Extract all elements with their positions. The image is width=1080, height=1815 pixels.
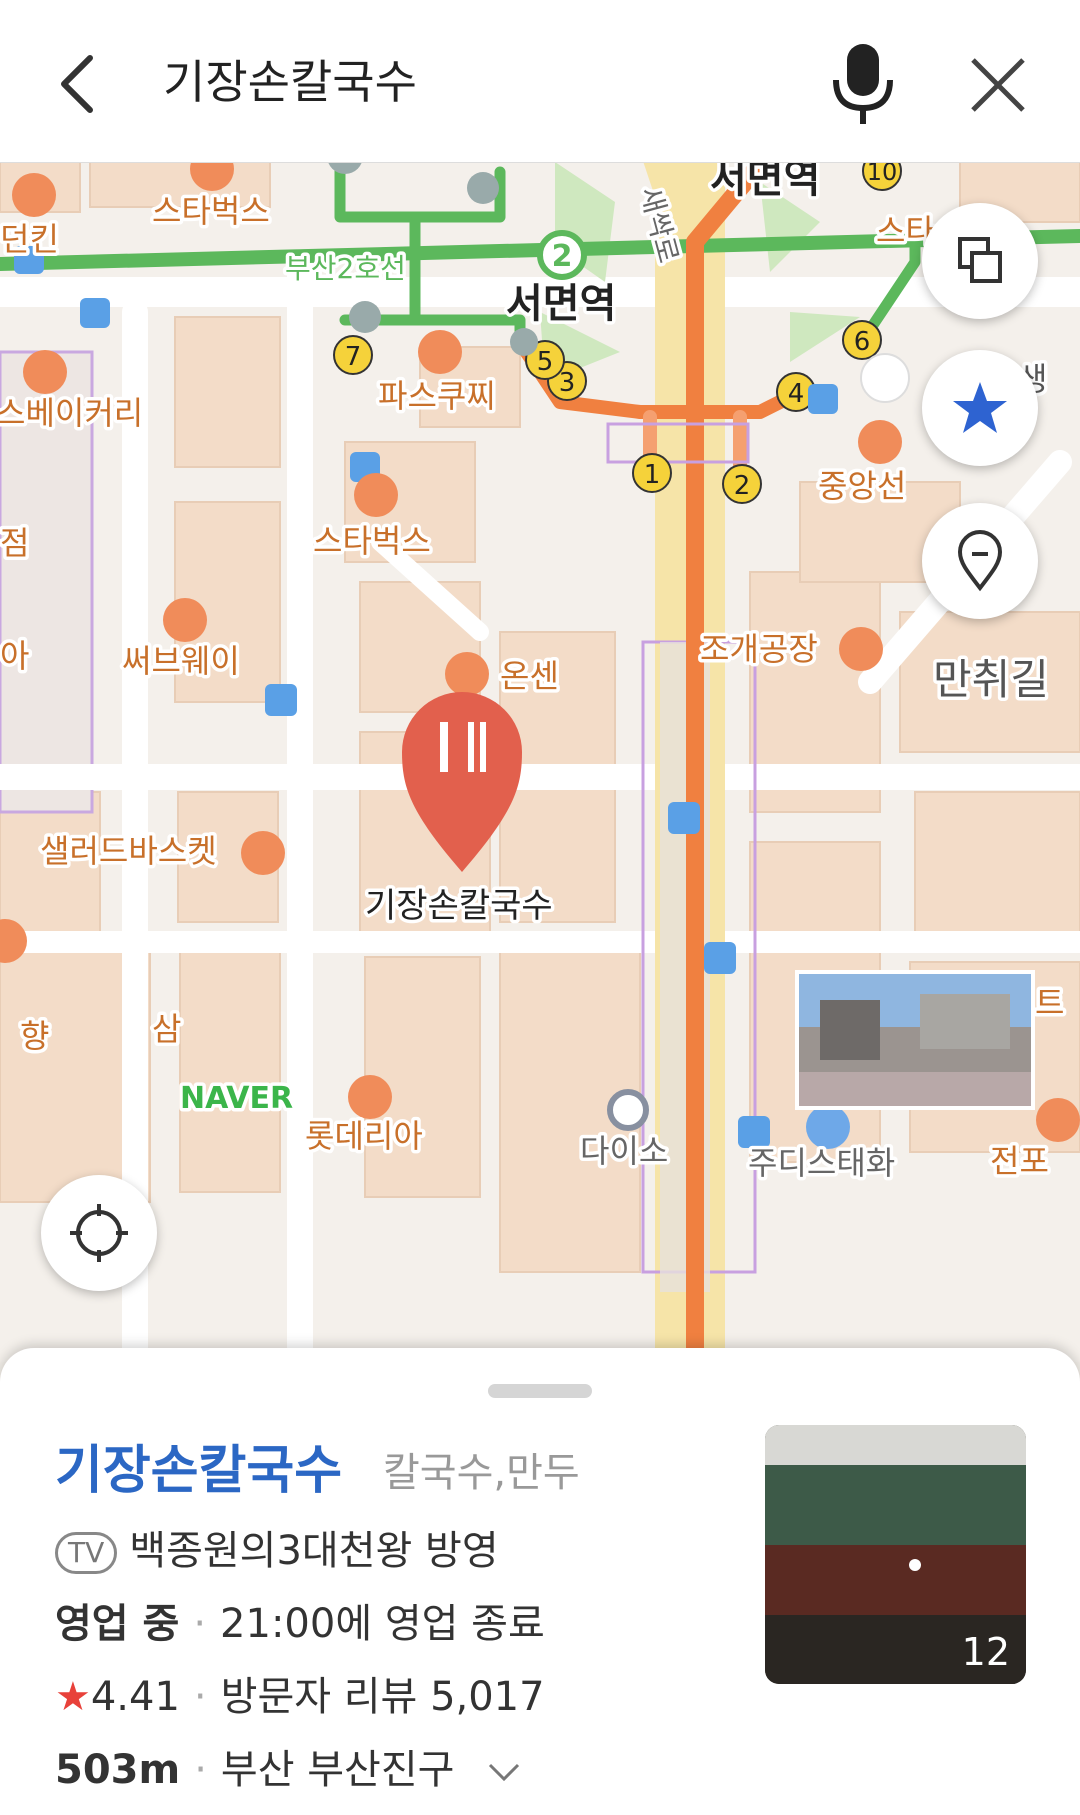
bus-stop-icon (265, 684, 297, 716)
restaurant-icon (23, 350, 67, 394)
svg-text:2: 2 (552, 239, 573, 274)
crosshair-icon (70, 1204, 128, 1262)
svg-text:점: 점 (0, 524, 29, 562)
bus-stop-icon (808, 384, 838, 414)
place-info-sheet[interactable]: 기장손칼국수 칼국수,만두 TV 백종원의3대천왕 방영 영업 중 · 21:00에 … (0, 1348, 1080, 1815)
favorite-button[interactable] (922, 350, 1038, 466)
review-count[interactable]: 방문자 리뷰 5,017 (221, 1674, 545, 1720)
closing-time: 21:00에 영업 종료 (220, 1601, 545, 1647)
svg-text:파스쿠찌: 파스쿠찌 (378, 377, 496, 415)
exit-badge[interactable]: 1 (632, 453, 672, 493)
svg-text:10: 10 (867, 162, 898, 186)
layers-icon (958, 237, 1002, 283)
line-label: 부산2호선 (285, 252, 406, 285)
svg-text:삼: 삼 (152, 1010, 181, 1048)
star-icon (953, 382, 1007, 433)
bus-terminal-icon (349, 301, 381, 333)
cafe-icon (418, 330, 462, 374)
exit-badge[interactable]: 6 (842, 320, 882, 360)
close-icon[interactable] (965, 52, 1031, 118)
hours-row: 영업 중 · 21:00에 영업 종료 (55, 1601, 545, 1647)
svg-text:3: 3 (559, 368, 576, 398)
svg-text:온센: 온센 (500, 657, 559, 695)
bus-terminal-icon (467, 172, 499, 204)
svg-text:스타벅스: 스타벅스 (313, 522, 431, 560)
restaurant-icon (241, 831, 285, 875)
shopping-icon (806, 1105, 850, 1149)
place-name[interactable]: 기장손칼국수 (55, 1428, 342, 1503)
open-status: 영업 중 (55, 1601, 180, 1647)
star-icon: ★ (55, 1674, 91, 1720)
tv-badge: TV (55, 1532, 118, 1574)
bus-stop-icon (80, 298, 110, 328)
exit-badge[interactable]: 10 (862, 162, 902, 191)
place-category: 칼국수,만두 (383, 1450, 580, 1496)
svg-text:6: 6 (854, 327, 871, 357)
address: 부산 부산진구 (220, 1747, 455, 1793)
bus-stop-icon (668, 802, 700, 834)
svg-text:주디스태화: 주디스태화 (748, 1144, 895, 1182)
naver-watermark: NAVER (180, 1081, 293, 1116)
station-label: 서면역 (506, 281, 616, 327)
svg-text:조개공장: 조개공장 (700, 630, 818, 668)
restaurant-icon (348, 1075, 392, 1119)
location-pin-icon (957, 530, 1003, 592)
line2-station-badge: 2 (537, 230, 587, 280)
svg-text:던킨: 던킨 (0, 220, 59, 258)
station-label: 서면역 (710, 162, 820, 202)
tv-info-row: TV 백종원의3대천왕 방영 (55, 1518, 499, 1576)
search-input[interactable]: 기장손칼국수 (163, 44, 417, 120)
route-pin-button[interactable] (922, 503, 1038, 619)
svg-text:5: 5 (537, 347, 554, 377)
restaurant-icon (163, 598, 207, 642)
bank-icon (860, 353, 910, 403)
svg-text:향: 향 (20, 1017, 49, 1055)
place-photo[interactable]: 12 (765, 1425, 1026, 1684)
svg-text:스베이커리: 스베이커리 (0, 394, 143, 432)
svg-text:샐러드바스켓: 샐러드바스켓 (40, 832, 217, 870)
svg-text:써브웨이: 써브웨이 (122, 642, 240, 680)
selected-place-label: 기장손칼국수 (365, 886, 553, 926)
distance: 503m (55, 1747, 181, 1793)
restaurant-icon (858, 420, 902, 464)
photo-count: 12 (961, 1630, 1010, 1674)
svg-text:아: 아 (0, 637, 29, 675)
restaurant-icon (445, 652, 489, 696)
sheet-handle[interactable] (488, 1384, 592, 1398)
exit-badge[interactable]: 7 (333, 335, 373, 375)
rating-row: ★4.41 · 방문자 리뷰 5,017 (55, 1674, 545, 1720)
back-icon[interactable] (48, 44, 118, 124)
svg-text:스타벅스: 스타벅스 (152, 192, 270, 230)
bus-terminal-icon (510, 328, 538, 356)
svg-text:1: 1 (644, 460, 661, 490)
mic-icon[interactable] (828, 40, 898, 126)
layer-toggle-button[interactable] (922, 203, 1038, 319)
landmark-icon (607, 1089, 649, 1131)
svg-text:전포: 전포 (990, 1142, 1049, 1180)
cafe-icon (354, 473, 398, 517)
svg-text:중앙선: 중앙선 (818, 467, 906, 505)
search-bar: 기장손칼국수 (0, 0, 1080, 163)
svg-text:2: 2 (734, 471, 751, 501)
exit-badge[interactable]: 2 (722, 464, 762, 504)
chevron-down-icon[interactable] (487, 1761, 521, 1783)
svg-text:다이소: 다이소 (580, 1132, 668, 1170)
restaurant-icon (1036, 1098, 1080, 1142)
tv-text: 백종원의3대천왕 방영 (129, 1528, 499, 1574)
my-location-button[interactable] (41, 1175, 157, 1291)
street-label: 만취길 (933, 655, 1049, 704)
restaurant-icon (12, 173, 56, 217)
restaurant-icon (839, 627, 883, 671)
bus-stop-icon (704, 942, 736, 974)
street-view-thumbnail[interactable] (795, 970, 1035, 1110)
svg-text:4: 4 (788, 379, 805, 409)
svg-text:트: 트 (1035, 984, 1064, 1022)
rating-value: 4.41 (90, 1674, 180, 1720)
svg-text:롯데리아: 롯데리아 (305, 1117, 423, 1155)
address-row[interactable]: 503m · 부산 부산진구 (55, 1737, 521, 1795)
svg-text:7: 7 (345, 342, 362, 372)
map-view[interactable]: 2 1 2 3 4 5 6 7 10 서면역 서면역 부산2호선 새싹로 만취길… (0, 162, 1080, 1362)
